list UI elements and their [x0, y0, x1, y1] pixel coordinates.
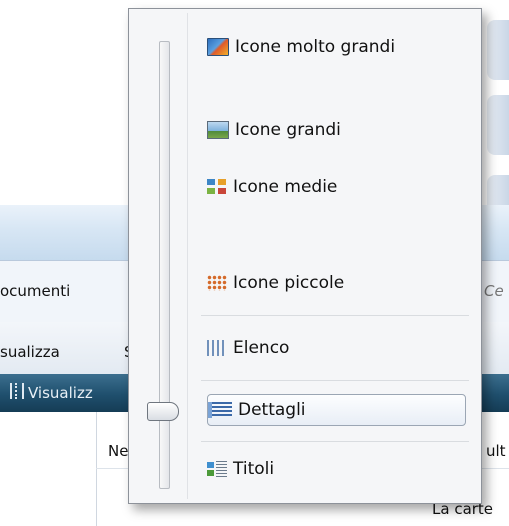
extra-large-icons-icon: [207, 38, 229, 56]
menu-separator: [201, 380, 469, 381]
menu-item-label: Titoli: [233, 459, 275, 479]
menu-view[interactable]: sualizza: [0, 343, 60, 361]
column-divider: [96, 412, 97, 526]
search-field[interactable]: Ce: [484, 282, 504, 300]
menu-separator: [201, 315, 469, 316]
view-slider-track[interactable]: [159, 41, 170, 489]
views-icon: [10, 383, 24, 399]
views-button[interactable]: Visualizz: [28, 384, 93, 402]
menu-item-medium-icons[interactable]: Icone medie: [207, 172, 465, 202]
view-menu: Icone molto grandi Icone grandi Icone me…: [128, 8, 482, 504]
menu-gutter-separator: [187, 13, 188, 499]
menu-item-list[interactable]: Elenco: [207, 333, 465, 363]
menu-item-tiles[interactable]: Titoli: [207, 454, 465, 484]
menu-item-small-icons[interactable]: Icone piccole: [207, 268, 465, 298]
address-text[interactable]: ocumenti: [0, 282, 70, 300]
menu-item-large-icons[interactable]: Icone grandi: [207, 115, 465, 145]
menu-item-details[interactable]: Dettagli: [207, 394, 466, 426]
column-header-name[interactable]: Ne: [108, 442, 128, 460]
small-icons-icon: [207, 275, 227, 291]
menu-item-label: Icone grandi: [235, 120, 341, 140]
tiles-icon: [207, 461, 227, 477]
large-icons-icon: [207, 121, 229, 139]
menu-separator: [201, 441, 469, 442]
list-icon: [207, 340, 227, 356]
menu-item-label: Dettagli: [238, 400, 306, 420]
view-slider-thumb[interactable]: [147, 402, 179, 421]
glass-edge: [487, 20, 509, 80]
glass-edge: [487, 95, 509, 155]
menu-item-label: Elenco: [233, 338, 290, 358]
medium-icons-icon: [207, 179, 227, 195]
menu-item-label: Icone piccole: [233, 273, 345, 293]
details-icon: [208, 402, 232, 418]
menu-item-label: Icone medie: [233, 177, 338, 197]
menu-item-extra-large-icons[interactable]: Icone molto grandi: [207, 32, 465, 62]
column-header-date[interactable]: ult: [486, 442, 506, 460]
menu-item-label: Icone molto grandi: [235, 37, 396, 57]
